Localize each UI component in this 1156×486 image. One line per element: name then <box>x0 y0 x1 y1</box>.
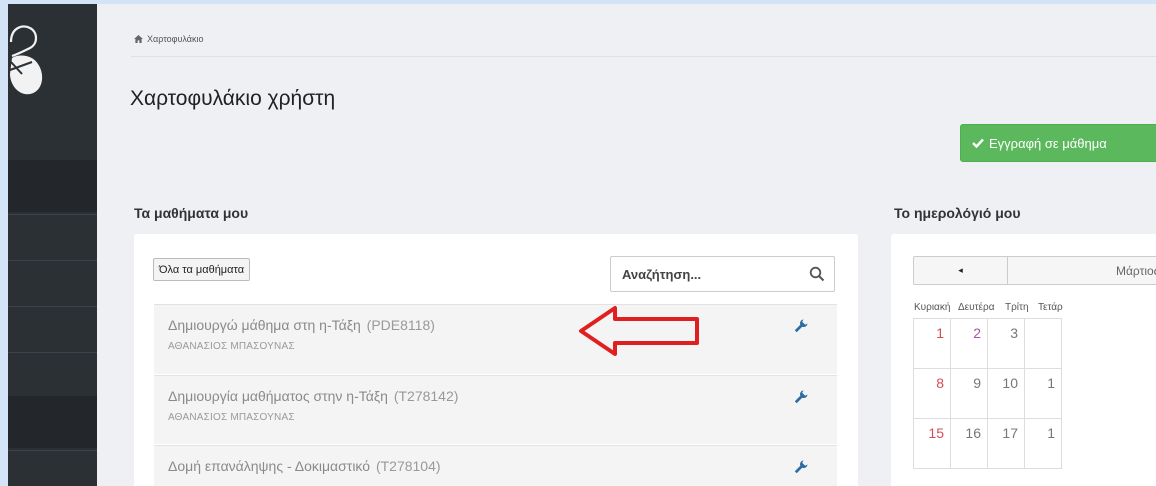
sidebar-item-3[interactable] <box>8 261 97 305</box>
sidebar-item-2[interactable] <box>8 215 97 259</box>
calendar-day-cell[interactable]: 9 <box>950 368 988 419</box>
calendar-day-number: 3 <box>1010 325 1018 341</box>
sidebar-item-4[interactable] <box>8 307 97 351</box>
course-code: (T278142) <box>393 388 459 404</box>
course-teacher: ΑΘΑΝΑΣΙΟΣ ΜΠΑΣΟΥΝΑΣ <box>168 412 295 423</box>
search-box[interactable] <box>610 256 835 292</box>
calendar-month-label: Μάρτιος <box>1116 264 1156 278</box>
course-name[interactable]: Δημιουργία μαθήματος στην η-Τάξη <box>168 388 388 404</box>
course-code: (T278104) <box>375 458 441 474</box>
calendar-weekday: Τρίτη <box>1005 302 1029 313</box>
calendar-weekday: Τετάρ <box>1038 302 1063 313</box>
courses-panel: Όλα τα μαθήματα Δημιουργώ μάθημα στη η-Τ… <box>134 234 858 486</box>
sidebar-item-1[interactable] <box>8 160 97 212</box>
calendar-day-number: 1 <box>1047 425 1055 441</box>
course-teacher: ΑΘΑΝΑΣΙΟΣ ΜΠΑΣΟΥΝΑΣ <box>168 341 295 352</box>
breadcrumb-divider <box>131 56 1156 57</box>
calendar-day-cell[interactable]: 1 <box>1024 368 1062 419</box>
calendar-day-cell[interactable]: 17 <box>987 418 1025 469</box>
my-calendar-heading: Το ημερολόγιό μου <box>894 205 1021 221</box>
breadcrumb-label[interactable]: Χαρτοφυλάκιο <box>147 34 203 44</box>
calendar-day-cell[interactable]: 10 <box>987 368 1025 419</box>
calendar-day-number: 2 <box>973 325 981 341</box>
course-row[interactable]: Δομή επανάληψης - Δοκιμαστικό (T278104) <box>154 445 837 486</box>
chevron-left-icon: ◂ <box>958 265 963 275</box>
calendar-day-number: 1 <box>1047 375 1055 391</box>
main-content: Χαρτοφυλάκιο Χαρτοφυλάκιο χρήστη Εγγραφή… <box>97 4 1156 486</box>
my-courses-heading: Τα μαθήματα μου <box>134 205 249 221</box>
wrench-icon[interactable] <box>794 460 808 474</box>
calendar-day-cell[interactable]: 2 <box>950 318 988 369</box>
breadcrumb[interactable]: Χαρτοφυλάκιο <box>134 34 203 44</box>
course-title[interactable]: Δημιουργία μαθήματος στην η-Τάξη (T27814… <box>168 388 458 404</box>
course-title[interactable]: Δομή επανάληψης - Δοκιμαστικό (T278104) <box>168 458 441 474</box>
wrench-icon[interactable] <box>794 319 808 333</box>
sidebar-divider <box>8 352 97 353</box>
register-course-button[interactable]: Εγγραφή σε μάθημα <box>960 124 1156 162</box>
calendar-day-number: 15 <box>928 425 944 441</box>
calendar-panel: ◂ Μάρτιος Κυριακή Δευτέρα Τρίτη Τετάρ 1 … <box>891 234 1156 486</box>
calendar-nav: ◂ Μάρτιος <box>913 256 1156 285</box>
calendar-day-cell[interactable]: 16 <box>950 418 988 469</box>
sidebar <box>8 4 97 486</box>
calendar-weekday: Κυριακή <box>914 302 951 313</box>
calendar-day-number: 8 <box>936 375 944 391</box>
sidebar-item-5[interactable] <box>8 396 97 448</box>
calendar-day-number: 17 <box>1002 425 1018 441</box>
page-title: Χαρτοφυλάκιο χρήστη <box>130 87 336 110</box>
calendar-prev-button[interactable]: ◂ <box>914 257 1008 284</box>
course-row[interactable]: Δημιουργώ μάθημα στη η-Τάξη (PDE8118) ΑΘ… <box>154 304 837 374</box>
calendar-day-cell[interactable]: 8 <box>913 368 951 419</box>
calendar-day-number: 16 <box>965 425 981 441</box>
calendar-day-number: 9 <box>973 375 981 391</box>
calendar-day-cell[interactable]: 1 <box>913 318 951 369</box>
course-name[interactable]: Δημιουργώ μάθημα στη η-Τάξη <box>168 317 361 333</box>
course-name[interactable]: Δομή επανάληψης - Δοκιμαστικό <box>168 458 370 474</box>
calendar-weekday: Δευτέρα <box>958 302 995 313</box>
mouse-logo-icon <box>9 25 43 95</box>
wrench-icon[interactable] <box>794 390 808 404</box>
calendar-day-cell[interactable]: 3 <box>987 318 1025 369</box>
course-title[interactable]: Δημιουργώ μάθημα στη η-Τάξη (PDE8118) <box>168 317 435 333</box>
register-course-label: Εγγραφή σε μάθημα <box>989 135 1107 151</box>
sidebar-divider <box>8 450 97 451</box>
course-row[interactable]: Δημιουργία μαθήματος στην η-Τάξη (T27814… <box>154 375 837 444</box>
calendar-day-number: 1 <box>936 325 944 341</box>
home-icon <box>134 35 143 43</box>
red-arrow-annotation <box>579 306 699 356</box>
check-icon <box>972 138 984 148</box>
calendar-day-cell[interactable] <box>1024 318 1062 369</box>
window-frame-left <box>0 0 8 486</box>
search-icon[interactable] <box>809 266 825 282</box>
calendar-day-number: 10 <box>1002 375 1018 391</box>
calendar-day-cell[interactable]: 1 <box>1024 418 1062 469</box>
all-courses-button[interactable]: Όλα τα μαθήματα <box>153 258 251 281</box>
course-code: (PDE8118) <box>366 317 435 333</box>
calendar-day-cell[interactable]: 15 <box>913 418 951 469</box>
search-input[interactable] <box>611 257 801 291</box>
